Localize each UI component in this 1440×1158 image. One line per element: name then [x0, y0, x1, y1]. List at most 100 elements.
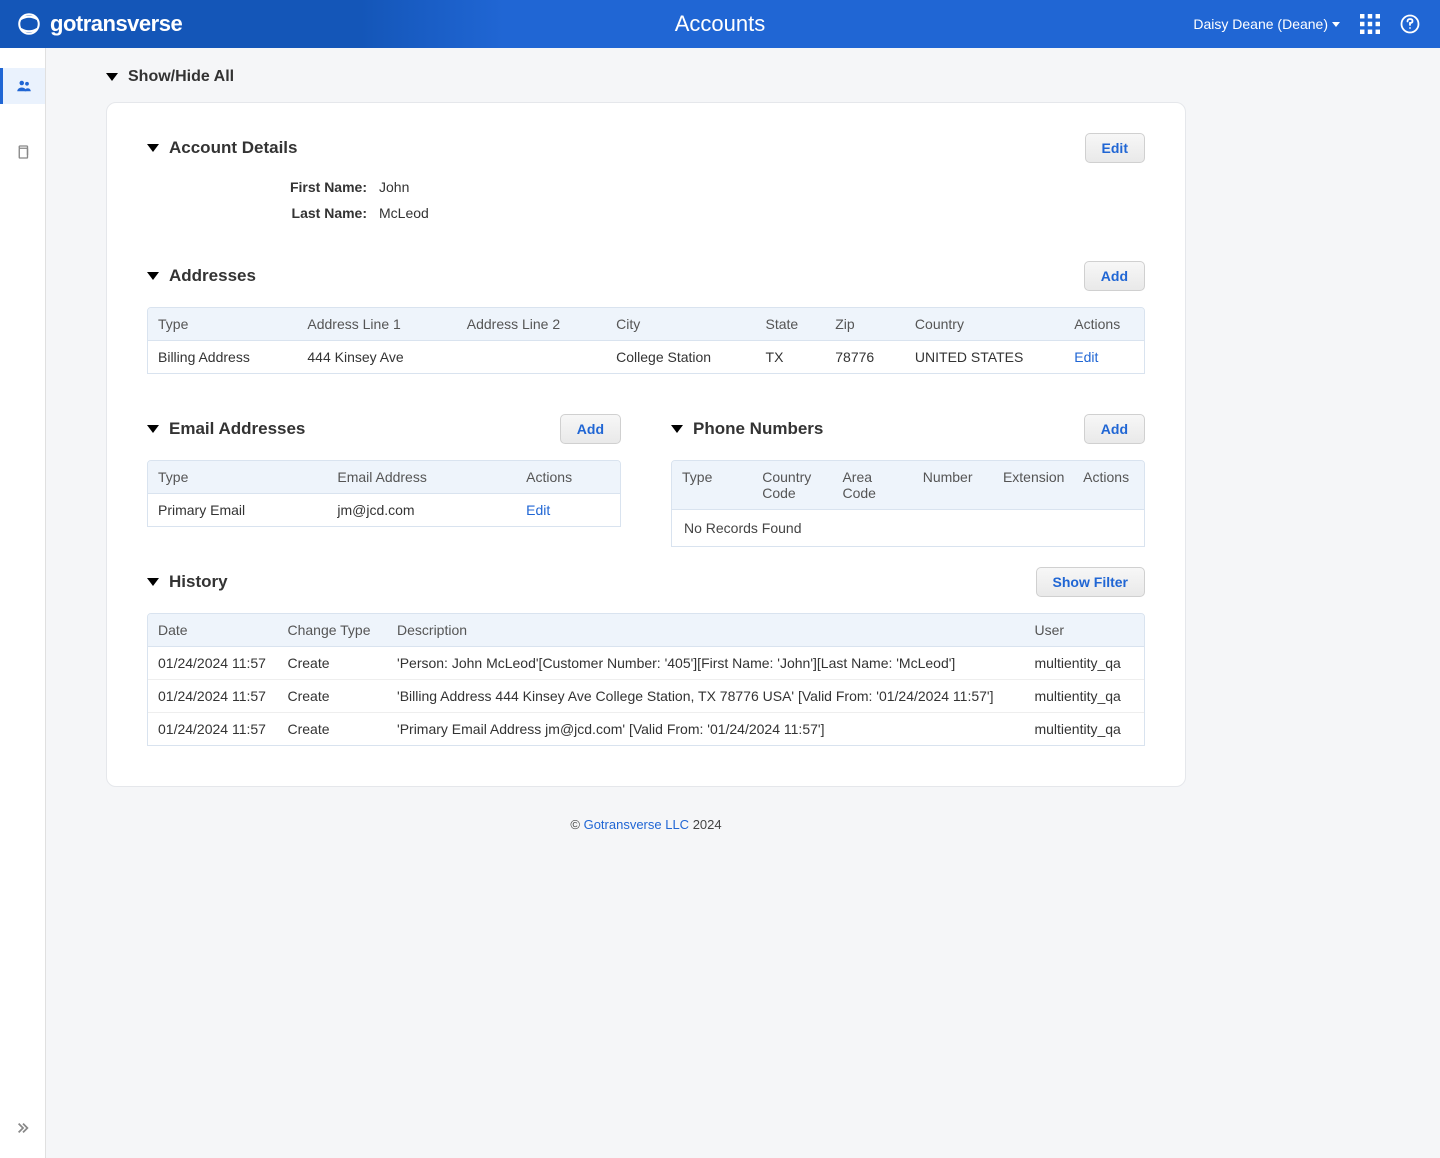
td-city: College Station: [606, 341, 755, 373]
users-icon: [15, 77, 33, 95]
copyright: ©: [570, 817, 580, 832]
emails-table: Type Email Address Actions Primary Email…: [147, 460, 621, 527]
edit-email-link[interactable]: Edit: [516, 494, 620, 526]
toggle-all-label: Show/Hide All: [128, 68, 234, 86]
section-title-account-details[interactable]: Account Details: [147, 138, 297, 158]
td-type: Primary Email: [148, 494, 327, 526]
th-date: Date: [148, 614, 277, 646]
caret-down-icon: [1332, 22, 1340, 27]
th-description: Description: [387, 614, 1024, 646]
td-change-type: Create: [277, 713, 387, 745]
th-country: Country: [905, 308, 1064, 340]
td-line1: 444 Kinsey Ave: [297, 341, 456, 373]
td-user: multientity_qa: [1024, 713, 1144, 745]
sidebar-item-copy[interactable]: [0, 134, 45, 170]
td-email: jm@jcd.com: [327, 494, 516, 526]
td-date: 01/24/2024 11:57: [148, 647, 277, 680]
section-addresses: Addresses Add Type Address Line 1 Addres…: [147, 261, 1145, 374]
add-email-button[interactable]: Add: [560, 414, 621, 444]
th-type: Type: [148, 461, 327, 493]
th-change-type: Change Type: [277, 614, 387, 646]
th-line2: Address Line 2: [457, 308, 606, 340]
help-icon[interactable]: [1400, 14, 1420, 34]
th-email: Email Address: [327, 461, 516, 493]
table-row: 01/24/2024 11:57 Create 'Primary Email A…: [148, 713, 1144, 745]
section-emails: Email Addresses Add Type Email Address A…: [147, 414, 621, 527]
sidebar-item-accounts[interactable]: [0, 68, 45, 104]
td-user: multientity_qa: [1024, 680, 1144, 713]
table-row: Billing Address 444 Kinsey Ave College S…: [148, 341, 1144, 373]
table-row: 01/24/2024 11:57 Create 'Billing Address…: [148, 680, 1144, 713]
footer-link[interactable]: Gotransverse LLC: [584, 817, 690, 832]
triangle-icon: [671, 425, 683, 433]
section-history: History Show Filter Date Change Type Des…: [147, 567, 1145, 746]
edit-address-link[interactable]: Edit: [1064, 341, 1144, 373]
card: Account Details Edit First Name: John La…: [106, 102, 1186, 787]
th-user: User: [1024, 614, 1144, 646]
page-title: Accounts: [675, 11, 766, 37]
copy-icon: [14, 143, 32, 161]
addresses-table: Type Address Line 1 Address Line 2 City …: [147, 307, 1145, 374]
logo-icon: [16, 11, 42, 37]
layout: Show/Hide All Account Details Edit First…: [0, 48, 1440, 1158]
apps-icon[interactable]: [1360, 14, 1380, 34]
th-line1: Address Line 1: [297, 308, 456, 340]
main-content: Show/Hide All Account Details Edit First…: [46, 48, 1226, 1158]
th-actions: Actions: [1073, 461, 1144, 509]
footer: © Gotransverse LLC 2024: [106, 817, 1186, 832]
triangle-icon: [147, 144, 159, 152]
td-type: Billing Address: [148, 341, 297, 373]
logo[interactable]: gotransverse: [0, 11, 182, 37]
two-column-row: Email Addresses Add Type Email Address A…: [147, 414, 1145, 567]
app-header: gotransverse Accounts Daisy Deane (Deane…: [0, 0, 1440, 48]
td-date: 01/24/2024 11:57: [148, 680, 277, 713]
section-title-emails[interactable]: Email Addresses: [147, 419, 305, 439]
td-description: 'Primary Email Address jm@jcd.com' [Vali…: [387, 713, 1024, 745]
triangle-icon: [106, 73, 118, 81]
section-title-history[interactable]: History: [147, 572, 228, 592]
table-row: 01/24/2024 11:57 Create 'Person: John Mc…: [148, 647, 1144, 680]
td-description: 'Person: John McLeod'[Customer Number: '…: [387, 647, 1024, 680]
triangle-icon: [147, 578, 159, 586]
sidebar-expand[interactable]: [16, 1121, 30, 1138]
toggle-show-hide-all[interactable]: Show/Hide All: [106, 68, 1186, 86]
th-type: Type: [672, 461, 752, 509]
edit-account-button[interactable]: Edit: [1085, 133, 1145, 163]
section-title-addresses[interactable]: Addresses: [147, 266, 256, 286]
td-country: UNITED STATES: [905, 341, 1064, 373]
add-phone-button[interactable]: Add: [1084, 414, 1145, 444]
td-zip: 78776: [825, 341, 905, 373]
logo-text: gotransverse: [50, 11, 182, 37]
add-address-button[interactable]: Add: [1084, 261, 1145, 291]
td-user: multientity_qa: [1024, 647, 1144, 680]
footer-year: 2024: [693, 817, 722, 832]
header-right: Daisy Deane (Deane): [1193, 14, 1440, 34]
account-details-body: First Name: John Last Name: McLeod: [147, 179, 1145, 221]
section-phones: Phone Numbers Add Type Country Code Area…: [671, 414, 1145, 567]
last-name-value: McLeod: [379, 205, 429, 221]
last-name-label: Last Name:: [277, 205, 367, 221]
table-row: Primary Email jm@jcd.com Edit: [148, 494, 620, 526]
td-line2: [457, 341, 606, 373]
user-menu[interactable]: Daisy Deane (Deane): [1193, 16, 1340, 32]
user-label: Daisy Deane (Deane): [1193, 16, 1328, 32]
td-date: 01/24/2024 11:57: [148, 713, 277, 745]
th-zip: Zip: [825, 308, 905, 340]
chevron-right-double-icon: [16, 1121, 30, 1135]
first-name-label: First Name:: [277, 179, 367, 195]
show-filter-button[interactable]: Show Filter: [1036, 567, 1145, 597]
td-change-type: Create: [277, 647, 387, 680]
first-name-value: John: [379, 179, 409, 195]
th-extension: Extension: [993, 461, 1073, 509]
th-actions: Actions: [516, 461, 620, 493]
th-area-code: Area Code: [832, 461, 912, 509]
th-country-code: Country Code: [752, 461, 832, 509]
td-state: TX: [756, 341, 826, 373]
section-title-phones[interactable]: Phone Numbers: [671, 419, 823, 439]
phones-table: Type Country Code Area Code Number Exten…: [671, 460, 1145, 547]
detail-row-last-name: Last Name: McLeod: [277, 205, 1145, 221]
detail-row-first-name: First Name: John: [277, 179, 1145, 195]
history-table: Date Change Type Description User 01/24/…: [147, 613, 1145, 746]
triangle-icon: [147, 272, 159, 280]
th-number: Number: [913, 461, 993, 509]
